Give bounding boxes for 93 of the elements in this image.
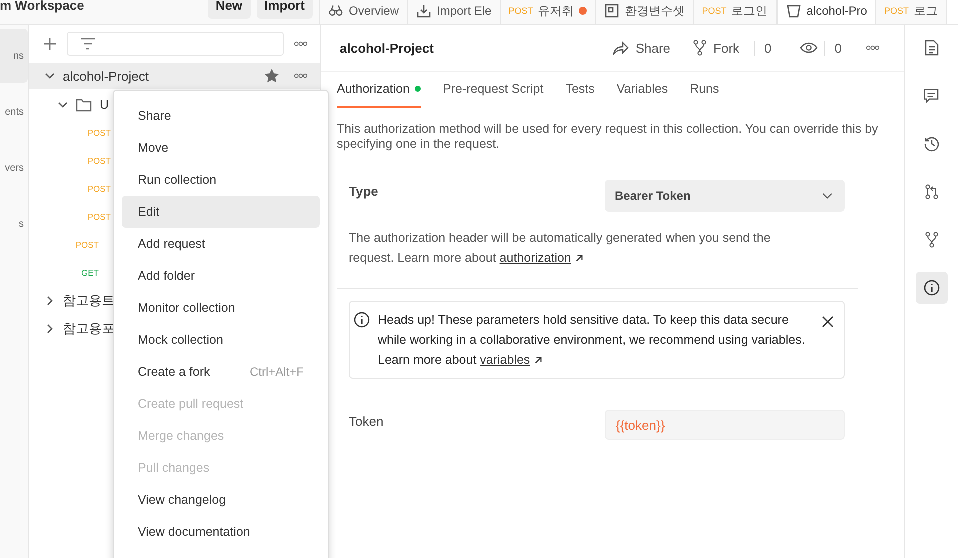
environment-icon: [604, 3, 620, 19]
more-icon[interactable]: [294, 41, 308, 47]
method-label: POST: [702, 6, 727, 16]
method-label: POST: [86, 128, 111, 138]
pull-request-icon[interactable]: [924, 184, 938, 200]
help-text: The authorization header will be automatically generated when you send the request. Learn more about authorization: [349, 230, 772, 267]
description-text: This authorization method will be used for every request in this collection. You can override this by specifying one in the request.: [337, 122, 880, 152]
external-link-icon[interactable]: [534, 356, 543, 366]
tab-label: 로그: [914, 2, 938, 20]
tab-label: 로그인: [732, 2, 768, 20]
request-tab[interactable]: Import Ele: [408, 0, 501, 24]
menu-item[interactable]: Add request: [122, 228, 320, 260]
external-link-icon[interactable]: [574, 254, 584, 264]
fork-count: 0: [754, 40, 790, 56]
eye-icon[interactable]: [800, 42, 818, 54]
binoculars-icon: [328, 4, 344, 18]
method-label: POST: [508, 6, 534, 16]
watch-count: 0: [824, 40, 860, 56]
rail-item[interactable]: vers: [0, 141, 28, 195]
method-label: GET: [80, 268, 99, 278]
type-label: Type: [349, 183, 380, 199]
menu-item[interactable]: Create a fork Ctrl+Alt+F: [122, 356, 320, 388]
collection-tab[interactable]: Authorization: [337, 72, 421, 108]
star-icon[interactable]: [264, 68, 280, 84]
document-icon[interactable]: [924, 40, 938, 56]
fork-button[interactable]: Fork: [684, 36, 748, 60]
rail-item[interactable]: s: [0, 197, 28, 251]
collection-tab[interactable]: Variables: [616, 72, 668, 108]
plus-icon[interactable]: [43, 37, 57, 51]
workspace-button[interactable]: New: [208, 0, 251, 18]
history-icon[interactable]: [924, 136, 940, 152]
request-tab[interactable]: POST 유저취: [500, 0, 596, 24]
chevron-right-icon[interactable]: [45, 296, 55, 306]
tree-item-name[interactable]: 참고용포: [63, 320, 115, 338]
rail-item[interactable]: ns: [0, 29, 28, 83]
collection-tab[interactable]: Runs: [690, 72, 720, 108]
request-tab[interactable]: alcohol-Pro: [776, 0, 876, 24]
collection-title: alcohol-Project: [340, 40, 434, 56]
workspace-button[interactable]: Import: [256, 0, 313, 18]
menu-item[interactable]: Run collection: [122, 164, 320, 196]
tab-label: 환경변수셋: [625, 2, 686, 20]
method-label: POST: [86, 184, 111, 194]
menu-item[interactable]: Monitor collection: [122, 292, 320, 324]
collection-tab[interactable]: Pre-request Script: [442, 72, 544, 108]
method-label: POST: [884, 6, 909, 16]
method-label: POST: [86, 156, 111, 166]
menu-item[interactable]: View changelog: [122, 484, 320, 516]
tree-item-name[interactable]: U: [100, 98, 110, 112]
folder-icon: [76, 98, 92, 112]
method-label: POST: [74, 240, 99, 250]
menu-item[interactable]: Mock collection: [122, 324, 320, 356]
type-dropdown[interactable]: Bearer Token: [605, 180, 845, 212]
comment-icon[interactable]: [924, 88, 939, 104]
tab-label: 유저취: [538, 2, 574, 20]
more-icon[interactable]: [866, 45, 880, 51]
request-tab[interactable]: 환경변수셋: [596, 0, 694, 24]
request-tab[interactable]: POST 로그: [876, 0, 947, 24]
menu-item[interactable]: Move: [122, 132, 320, 164]
tab-label: alcohol-Pro: [806, 4, 868, 18]
share-button[interactable]: Share: [604, 36, 679, 60]
chevron-down-icon: [822, 192, 833, 200]
more-icon[interactable]: [294, 73, 308, 79]
workspace-title: m Workspace: [0, 0, 84, 12]
fork-icon: [692, 40, 707, 56]
menu-item[interactable]: View documentation: [122, 516, 320, 548]
variables-link[interactable]: variables: [480, 353, 530, 367]
chevron-right-icon[interactable]: [45, 324, 55, 334]
menu-item[interactable]: Share: [122, 100, 320, 132]
tree-item-name[interactable]: alcohol-Project: [63, 68, 149, 84]
chevron-down-icon[interactable]: [58, 100, 68, 110]
authorization-link[interactable]: authorization: [500, 251, 572, 265]
info-icon: [354, 312, 370, 328]
tab-label: Overview: [349, 4, 400, 18]
collection-icon: [786, 3, 802, 19]
filter-field[interactable]: [67, 32, 284, 56]
info-icon[interactable]: [924, 280, 940, 296]
request-tab[interactable]: Overview: [320, 0, 408, 24]
filter-icon: [80, 38, 96, 50]
collection-tab[interactable]: Tests: [566, 72, 595, 108]
rail-item[interactable]: ents: [0, 85, 28, 139]
menu-item[interactable]: Add folder: [122, 260, 320, 292]
method-label: POST: [86, 212, 111, 222]
menu-item[interactable]: Edit: [122, 196, 320, 228]
fork-icon[interactable]: [924, 232, 938, 248]
download-icon: [416, 3, 432, 19]
share-icon: [612, 41, 629, 55]
token-label: Token: [349, 413, 385, 429]
chevron-down-icon[interactable]: [45, 71, 55, 81]
close-icon[interactable]: [822, 316, 834, 328]
tree-item-name[interactable]: 참고용트: [63, 292, 115, 310]
tab-label: Import Ele: [437, 4, 492, 18]
request-tab[interactable]: POST 로그인: [694, 0, 777, 24]
alert-text: Heads up! These parameters hold sensitive data. To keep this data secure while working in a collaborative environment, we recommend using variables. Learn more about variables: [378, 312, 806, 369]
